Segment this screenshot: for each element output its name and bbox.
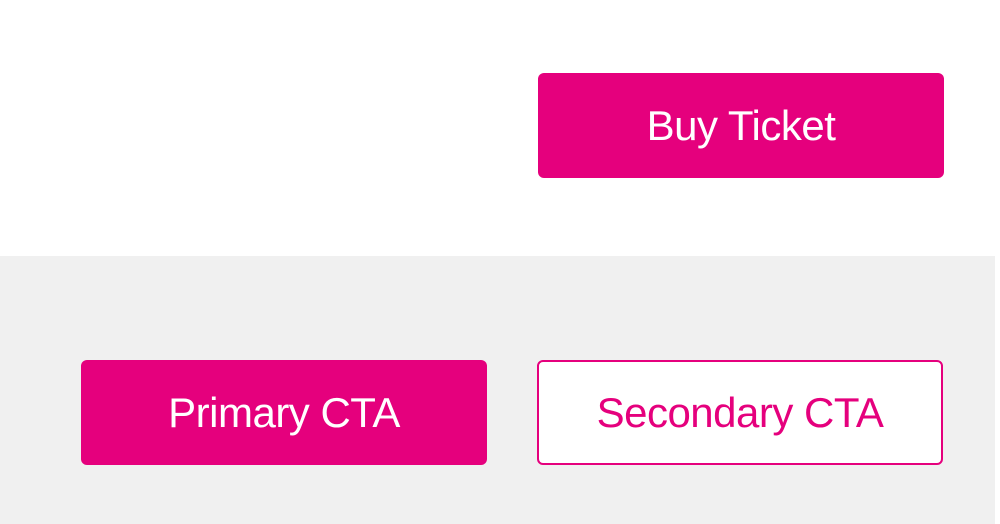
primary-cta-button[interactable]: Primary CTA	[81, 360, 487, 465]
secondary-cta-button[interactable]: Secondary CTA	[537, 360, 943, 465]
buy-ticket-button[interactable]: Buy Ticket	[538, 73, 944, 178]
